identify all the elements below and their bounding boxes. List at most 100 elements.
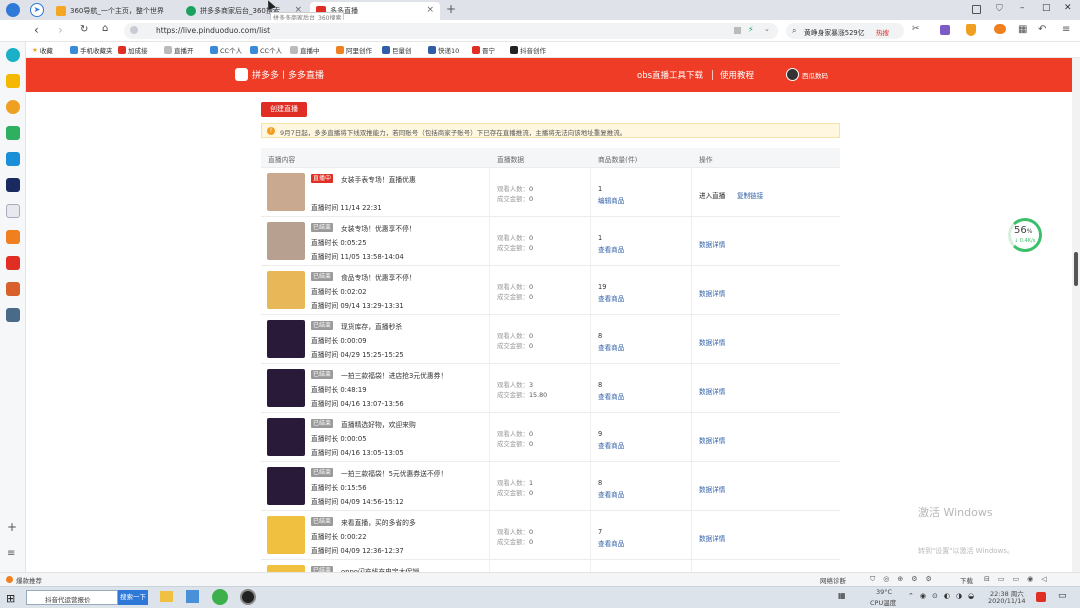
- nav-tutorial[interactable]: 使用教程: [720, 69, 754, 81]
- view-products-link[interactable]: 查看商品: [598, 538, 624, 548]
- app-pen-icon[interactable]: [186, 590, 199, 603]
- view-products-link[interactable]: 查看商品: [598, 293, 624, 303]
- url-field[interactable]: https://live.pinduoduo.com/list ⚡ ⌄: [124, 23, 778, 39]
- sidebar-weibo-icon[interactable]: [6, 100, 20, 114]
- hot-recommend-link[interactable]: 爆款推荐: [16, 575, 42, 585]
- bookmark-item[interactable]: 巨量创: [382, 44, 412, 56]
- live-thumbnail[interactable]: [267, 369, 305, 407]
- pdd-logo-icon[interactable]: [235, 68, 248, 81]
- sidebar-news-icon[interactable]: [6, 256, 20, 270]
- avatar[interactable]: [786, 68, 799, 81]
- sidebar-gift-icon[interactable]: [6, 230, 20, 244]
- view-products-link[interactable]: 查看商品: [598, 440, 624, 450]
- copy-link[interactable]: 复制链接: [737, 190, 763, 200]
- app-icon[interactable]: [734, 27, 741, 34]
- live-thumbnail[interactable]: [267, 467, 305, 505]
- lightning-icon[interactable]: ⚡: [748, 25, 754, 34]
- bookmark-item[interactable]: 加成接: [118, 44, 148, 56]
- dropdown-icon[interactable]: ⌄: [764, 25, 770, 33]
- net-diagnose-link[interactable]: 网络诊断: [820, 575, 846, 585]
- sidebar-add-icon[interactable]: +: [7, 520, 17, 534]
- live-thumbnail[interactable]: [267, 565, 305, 572]
- maximize-button[interactable]: □: [1042, 3, 1051, 13]
- data-details-link[interactable]: 数据详情: [699, 239, 725, 249]
- view-products-link[interactable]: 查看商品: [598, 244, 624, 254]
- view-products-link[interactable]: 查看商品: [598, 342, 624, 352]
- live-thumbnail[interactable]: [267, 222, 305, 260]
- data-details-link[interactable]: 数据详情: [699, 533, 725, 543]
- sidebar-app-icon[interactable]: [6, 178, 20, 192]
- notification-badge[interactable]: [1036, 592, 1046, 602]
- navigate-icon[interactable]: ➤: [30, 3, 44, 17]
- scrollbar-thumb[interactable]: [1074, 252, 1078, 286]
- status-tools-icon[interactable]: ⛉◎⊕⚙⚙: [870, 575, 940, 584]
- live-thumbnail[interactable]: [267, 320, 305, 358]
- home-icon[interactable]: ⌂: [102, 23, 108, 34]
- reading-mode-icon[interactable]: [972, 5, 981, 14]
- view-products-link[interactable]: 查看商品: [598, 391, 624, 401]
- browser-360-taskbar-icon[interactable]: [212, 589, 228, 605]
- user-name[interactable]: 西瓜数码: [802, 70, 828, 80]
- data-details-link[interactable]: 数据详情: [699, 484, 725, 494]
- bookmark-item[interactable]: 晋宁: [472, 44, 495, 56]
- tab-360nav[interactable]: 360导航_一个主页，整个世界: [50, 2, 178, 20]
- sidebar-book-icon[interactable]: [6, 126, 20, 140]
- scrollbar-track[interactable]: [1072, 58, 1080, 572]
- refresh-icon[interactable]: ↻: [80, 24, 88, 35]
- undo-icon[interactable]: ↶: [1038, 24, 1046, 35]
- data-details-link[interactable]: 数据详情: [699, 386, 725, 396]
- action-center-icon[interactable]: ▭: [1058, 591, 1067, 601]
- tray-widget-icon[interactable]: ▦: [838, 591, 846, 600]
- view-products-link[interactable]: 编辑商品: [598, 195, 624, 205]
- bookmark-item[interactable]: 快递10: [428, 44, 459, 56]
- clock-date[interactable]: 2020/11/14: [988, 597, 1025, 605]
- bookmark-item[interactable]: CC个人: [250, 44, 282, 56]
- grid-icon[interactable]: ▦: [1018, 24, 1027, 35]
- file-explorer-icon[interactable]: [160, 591, 173, 602]
- sidebar-food-icon[interactable]: [6, 282, 20, 296]
- data-details-link[interactable]: 数据详情: [699, 337, 725, 347]
- bookmark-item[interactable]: CC个人: [210, 44, 242, 56]
- create-live-button[interactable]: 创建直播: [261, 102, 307, 117]
- obs-taskbar-icon[interactable]: [240, 589, 256, 605]
- sidebar-game-icon[interactable]: [6, 308, 20, 322]
- live-thumbnail[interactable]: [267, 516, 305, 554]
- new-tab-button[interactable]: +: [446, 2, 456, 16]
- bookmark-item[interactable]: 手机收藏夹: [70, 44, 113, 56]
- menu-icon[interactable]: ≡: [1062, 24, 1070, 35]
- sidebar-360-icon[interactable]: [6, 48, 20, 62]
- shield-icon[interactable]: [966, 24, 976, 36]
- data-details-link[interactable]: 数据详情: [699, 288, 725, 298]
- scissors-icon[interactable]: ✂: [912, 24, 920, 34]
- bookmark-item[interactable]: 抖音创作: [510, 44, 546, 56]
- nav-obs-download[interactable]: obs直播工具下载: [637, 69, 703, 81]
- status-tray-icon[interactable]: ⊟▭▭◉◁: [984, 575, 1055, 583]
- sidebar-doc-icon[interactable]: [6, 204, 20, 218]
- taskbar-search-field[interactable]: 抖音代运营报价: [26, 590, 118, 605]
- sidebar-menu-icon[interactable]: ≡: [7, 548, 15, 559]
- bookmark-favorites[interactable]: ★ 收藏: [32, 44, 53, 56]
- browser-logo-icon[interactable]: [6, 3, 20, 17]
- shirt-icon[interactable]: ⛉: [996, 4, 1003, 14]
- taskbar-search-button[interactable]: 搜索一下: [118, 590, 148, 605]
- view-products-link[interactable]: 查看商品: [598, 489, 624, 499]
- forward-icon[interactable]: ›: [58, 23, 63, 37]
- bookmark-item[interactable]: 直播开: [164, 44, 194, 56]
- enter-live-link[interactable]: 进入直播: [699, 190, 725, 200]
- sidebar-star-icon[interactable]: [6, 74, 20, 88]
- site-logo-text[interactable]: 拼多多丨多多直播: [252, 68, 324, 81]
- game-icon[interactable]: [994, 24, 1006, 34]
- close-window-button[interactable]: ✕: [1064, 3, 1072, 13]
- minimize-button[interactable]: –: [1020, 3, 1025, 13]
- live-thumbnail[interactable]: [267, 173, 305, 211]
- tray-icons[interactable]: ⌃◉⊙◐◑◒: [908, 592, 980, 600]
- bookmark-item[interactable]: 直播中: [290, 44, 320, 56]
- sidebar-p-icon[interactable]: [6, 152, 20, 166]
- speed-widget[interactable]: 56% ↓ 0.4K/s: [1008, 218, 1042, 252]
- live-thumbnail[interactable]: [267, 418, 305, 456]
- bookmark-item[interactable]: 阿里创作: [336, 44, 372, 56]
- hot-recommend-icon[interactable]: [6, 576, 13, 583]
- windows-start-icon[interactable]: ⊞: [6, 592, 15, 605]
- close-tab-icon[interactable]: ×: [426, 5, 434, 15]
- search-field[interactable]: ⌕ 黄峥身家暴涨529亿 热搜: [786, 23, 904, 39]
